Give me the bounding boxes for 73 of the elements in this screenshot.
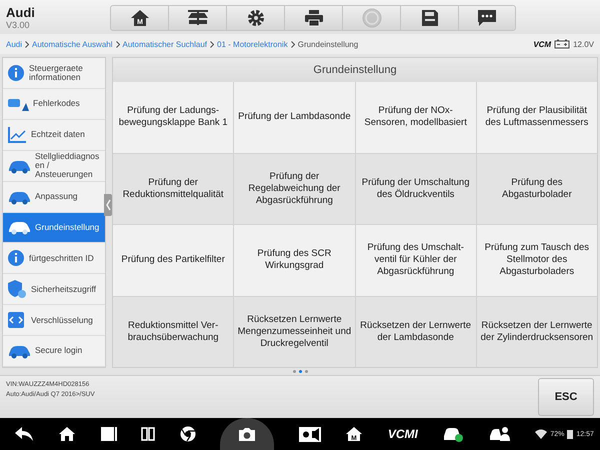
function-tile[interactable]: Reduktionsmittel Ver-brauchsüberwachung: [113, 296, 234, 367]
sidebar-item[interactable]: fürtgeschritten ID: [3, 243, 105, 274]
sidebar-item[interactable]: Grundeinstellung: [3, 212, 105, 244]
chat-icon: [477, 9, 497, 27]
toolbar-print-button[interactable]: [284, 5, 342, 31]
sidebar-item[interactable]: Fehlerkodes: [3, 88, 105, 120]
info-icon: [7, 64, 25, 82]
back-icon[interactable]: [14, 426, 34, 442]
shield-icon: [7, 279, 27, 300]
car-icon: [7, 343, 31, 360]
chevron-left-icon: [106, 199, 110, 211]
car-lift-icon: [186, 9, 210, 27]
wifi-icon: [535, 429, 548, 439]
function-tile[interactable]: Prüfung der Ladungs-bewegungsklappe Bank 1: [113, 82, 234, 152]
home-icon[interactable]: [58, 426, 76, 442]
toolbar-settings-button[interactable]: [226, 5, 284, 31]
sidebar-item[interactable]: Echtzeit daten: [3, 120, 105, 151]
person-car-icon[interactable]: [488, 426, 511, 442]
breadcrumb-link[interactable]: 01 - Motorelektronik: [217, 40, 288, 48]
recent-apps-icon[interactable]: [100, 427, 117, 441]
function-tile[interactable]: Prüfung der NOx-Sensoren, modellbasiert: [356, 82, 476, 152]
chevron-right-icon: [210, 40, 214, 48]
function-tile[interactable]: Prüfung zum Tausch des Stellmotor des Abgasturboladers: [476, 225, 597, 296]
function-tile[interactable]: Prüfung des SCR Wirkungsgrad: [234, 225, 354, 296]
function-tile[interactable]: Prüfung der Reduktionsmittelqualität: [113, 154, 234, 224]
settings-icon: [246, 9, 264, 27]
function-tile[interactable]: Prüfung der Lambdasonde: [234, 82, 354, 152]
toolbar-lift-button[interactable]: [168, 5, 226, 31]
function-tile[interactable]: Prüfung der Umschaltung des Öldruckventils: [356, 154, 476, 224]
brightness-icon[interactable]: [298, 426, 321, 442]
code-icon: [7, 311, 27, 330]
battery-icon: [567, 429, 574, 439]
breadcrumb-link[interactable]: Audi: [6, 40, 22, 48]
car-icon: [7, 219, 31, 236]
sidebar-item[interactable]: Sicherheitszugriff: [3, 274, 105, 306]
chevron-right-icon: [25, 40, 30, 48]
vcmi-button[interactable]: VCMI: [388, 427, 418, 441]
chevron-right-icon: [290, 40, 295, 48]
toolbar-save-button[interactable]: [400, 5, 458, 31]
sidebar-item[interactable]: Verschlüsselung: [3, 305, 105, 336]
sidebar-item[interactable]: Steuergeraete informationen: [3, 58, 105, 89]
function-tile[interactable]: Prüfung der Plausibilität des Luftmassenmessers: [476, 82, 597, 152]
function-tile[interactable]: Prüfung des Umschalt-ventil für Kühler der Abgasrückführung: [356, 225, 476, 296]
sidebar-item[interactable]: Stellglieddiagnosen / Ansteuerungen: [3, 150, 105, 182]
printer-icon: [304, 9, 324, 27]
function-tile[interactable]: Rücksetzen der Lernwerte der Zylinderdrucksensoren: [476, 296, 597, 367]
esc-button[interactable]: ESC: [538, 378, 594, 416]
toolbar-chat-button[interactable]: [458, 5, 516, 31]
split-screen-icon[interactable]: [141, 427, 156, 441]
breadcrumb-current: Grundeinstellung: [298, 40, 358, 48]
function-tile[interactable]: Prüfung des Partikelfilter: [113, 225, 234, 296]
voltage-reading: 12.0V: [573, 40, 594, 48]
battery-icon: [554, 39, 570, 49]
save-icon: [420, 9, 438, 27]
sidebar-item[interactable]: Secure login: [3, 336, 105, 368]
function-tile[interactable]: Prüfung der Regelabweichung der Abgasrückführung: [234, 154, 354, 224]
line-chart-icon: [7, 126, 27, 144]
app-title: Audi: [6, 4, 36, 20]
function-tile[interactable]: Rücksetzen Lernwerte Mengenzumesseinheit und Druckregelventil: [234, 296, 354, 367]
browser-icon[interactable]: [180, 426, 196, 442]
function-tile[interactable]: Rücksetzen der Lernwerte der Lambdasonde: [356, 296, 476, 367]
info-icon: [7, 249, 25, 268]
breadcrumb-link[interactable]: Automatische Auswahl: [32, 40, 113, 48]
car-check-icon[interactable]: [442, 426, 464, 442]
help-icon: [362, 8, 382, 28]
breadcrumb-link[interactable]: Automatischer Suchlauf: [122, 40, 208, 48]
function-tile[interactable]: Prüfung des Abgasturbolader: [476, 154, 597, 224]
app-version: V3.00: [6, 20, 31, 30]
camera-button[interactable]: [220, 418, 274, 450]
vcm-logo: VCM: [533, 40, 552, 48]
camera-icon: [238, 426, 256, 442]
chevron-right-icon: [116, 40, 120, 48]
collapse-handle[interactable]: [104, 194, 112, 216]
